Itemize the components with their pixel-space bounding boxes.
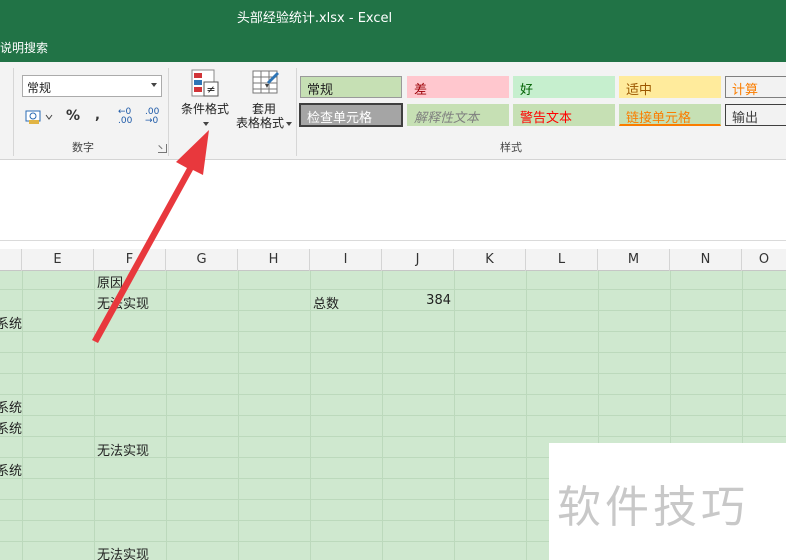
group-separator xyxy=(13,68,14,156)
style-label: 计算 xyxy=(732,83,759,98)
style-label: 常规 xyxy=(307,83,334,98)
style-neutral[interactable]: 适中 xyxy=(619,76,721,98)
style-calculation[interactable]: 计算 xyxy=(725,76,786,98)
style-explanatory-text[interactable]: 解释性文本 xyxy=(407,104,509,126)
title-bar: 头部经验统计.xlsx - Excel xyxy=(0,0,786,32)
grid-line xyxy=(0,415,786,416)
styles-group-label: 样式 xyxy=(500,141,522,154)
column-header[interactable]: J xyxy=(382,249,454,271)
svg-text:≠: ≠ xyxy=(206,83,215,96)
cell-row3[interactable]: 系统 xyxy=(0,313,22,332)
cell-row10[interactable]: 系统 xyxy=(0,460,22,479)
conditional-formatting-button[interactable]: ≠ 条件格式 xyxy=(176,68,234,130)
chevron-down-icon xyxy=(203,121,209,126)
number-format-value: 常规 xyxy=(27,81,52,95)
column-header[interactable]: H xyxy=(238,249,310,271)
style-label: 解释性文本 xyxy=(414,111,480,126)
cell-i-row2[interactable]: 总数 xyxy=(313,293,339,312)
style-label: 差 xyxy=(414,83,428,98)
style-label: 适中 xyxy=(626,83,653,98)
percent-style-button[interactable]: % xyxy=(66,108,80,128)
column-header[interactable]: L xyxy=(526,249,598,271)
column-header[interactable]: O xyxy=(742,249,786,271)
grid-line xyxy=(0,436,786,437)
increase-decimal-button[interactable]: ←0 .00 xyxy=(118,108,132,128)
column-header[interactable]: N xyxy=(670,249,742,271)
style-check-cell[interactable]: 检查单元格 xyxy=(299,103,403,127)
style-label: 链接单元格 xyxy=(626,111,692,126)
grid-line xyxy=(0,373,786,374)
accounting-format-icon[interactable] xyxy=(24,108,56,128)
number-format-dropdown[interactable]: 常规 xyxy=(22,75,162,97)
comma-style-button[interactable]: , xyxy=(95,108,100,128)
column-header[interactable]: M xyxy=(598,249,670,271)
column-header[interactable]: E xyxy=(22,249,94,271)
column-header[interactable]: I xyxy=(310,249,382,271)
tell-me-search[interactable]: 说明搜索 xyxy=(0,39,48,56)
style-label: 输出 xyxy=(732,111,759,126)
increase-decimal-bottom: .00 xyxy=(118,116,133,126)
number-dialog-launcher[interactable] xyxy=(158,144,167,153)
style-label: 检查单元格 xyxy=(307,111,373,126)
chevron-down-icon xyxy=(151,83,157,87)
cell-f-last[interactable]: 无法实现 xyxy=(97,544,149,560)
style-normal[interactable]: 常规 xyxy=(300,76,402,98)
style-good[interactable]: 好 xyxy=(513,76,615,98)
column-header-partial[interactable] xyxy=(0,249,22,271)
style-bad[interactable]: 差 xyxy=(407,76,509,98)
style-output[interactable]: 输出 xyxy=(725,104,786,126)
cell-f-row2[interactable]: 无法实现 xyxy=(97,293,149,312)
group-separator xyxy=(296,68,297,156)
column-header[interactable]: G xyxy=(166,249,238,271)
watermark-text: 软件技巧 xyxy=(557,482,749,533)
style-warning-text[interactable]: 警告文本 xyxy=(513,104,615,126)
decrease-decimal-button[interactable]: .00 →0 xyxy=(145,108,159,128)
number-group-label: 数字 xyxy=(72,141,94,154)
format-as-table-label-2-text: 表格格式 xyxy=(235,116,284,130)
group-separator xyxy=(168,68,169,156)
cell-j-row2[interactable]: 384 xyxy=(382,293,451,308)
cell-f-header[interactable]: 原因 xyxy=(97,272,123,291)
cell-f-row9[interactable]: 无法实现 xyxy=(97,440,149,459)
cell-row7[interactable]: 系统 xyxy=(0,397,22,416)
grid-line xyxy=(0,394,786,395)
window-title: 头部经验统计.xlsx - Excel xyxy=(236,11,393,26)
style-linked-cell[interactable]: 链接单元格 xyxy=(619,104,721,126)
formula-area xyxy=(0,161,786,241)
format-as-table-icon xyxy=(252,70,279,94)
column-header[interactable]: F xyxy=(94,249,166,271)
conditional-formatting-icon: ≠ xyxy=(191,69,219,97)
style-label: 警告文本 xyxy=(520,111,573,126)
chevron-down-icon xyxy=(286,121,292,126)
cell-row8[interactable]: 系统 xyxy=(0,418,22,437)
format-as-table-label-1: 套用 xyxy=(251,102,276,116)
decrease-decimal-bottom: →0 xyxy=(145,116,159,126)
ribbon: 常规 % , ←0 .00 .00 →0 数字 ≠ 条件格式 套用 表格格式 常… xyxy=(0,62,786,160)
grid-line xyxy=(0,352,786,353)
grid-line xyxy=(0,331,786,332)
format-as-table-label-2: 表格格式 xyxy=(232,116,296,130)
format-as-table-button[interactable]: 套用 表格格式 xyxy=(232,68,296,130)
menu-bar: 说明搜索 xyxy=(0,32,786,62)
column-headers: E F G H I J K L M N O xyxy=(0,249,786,271)
conditional-formatting-label: 条件格式 xyxy=(180,102,229,116)
column-header[interactable]: K xyxy=(454,249,526,271)
style-label: 好 xyxy=(520,83,534,98)
